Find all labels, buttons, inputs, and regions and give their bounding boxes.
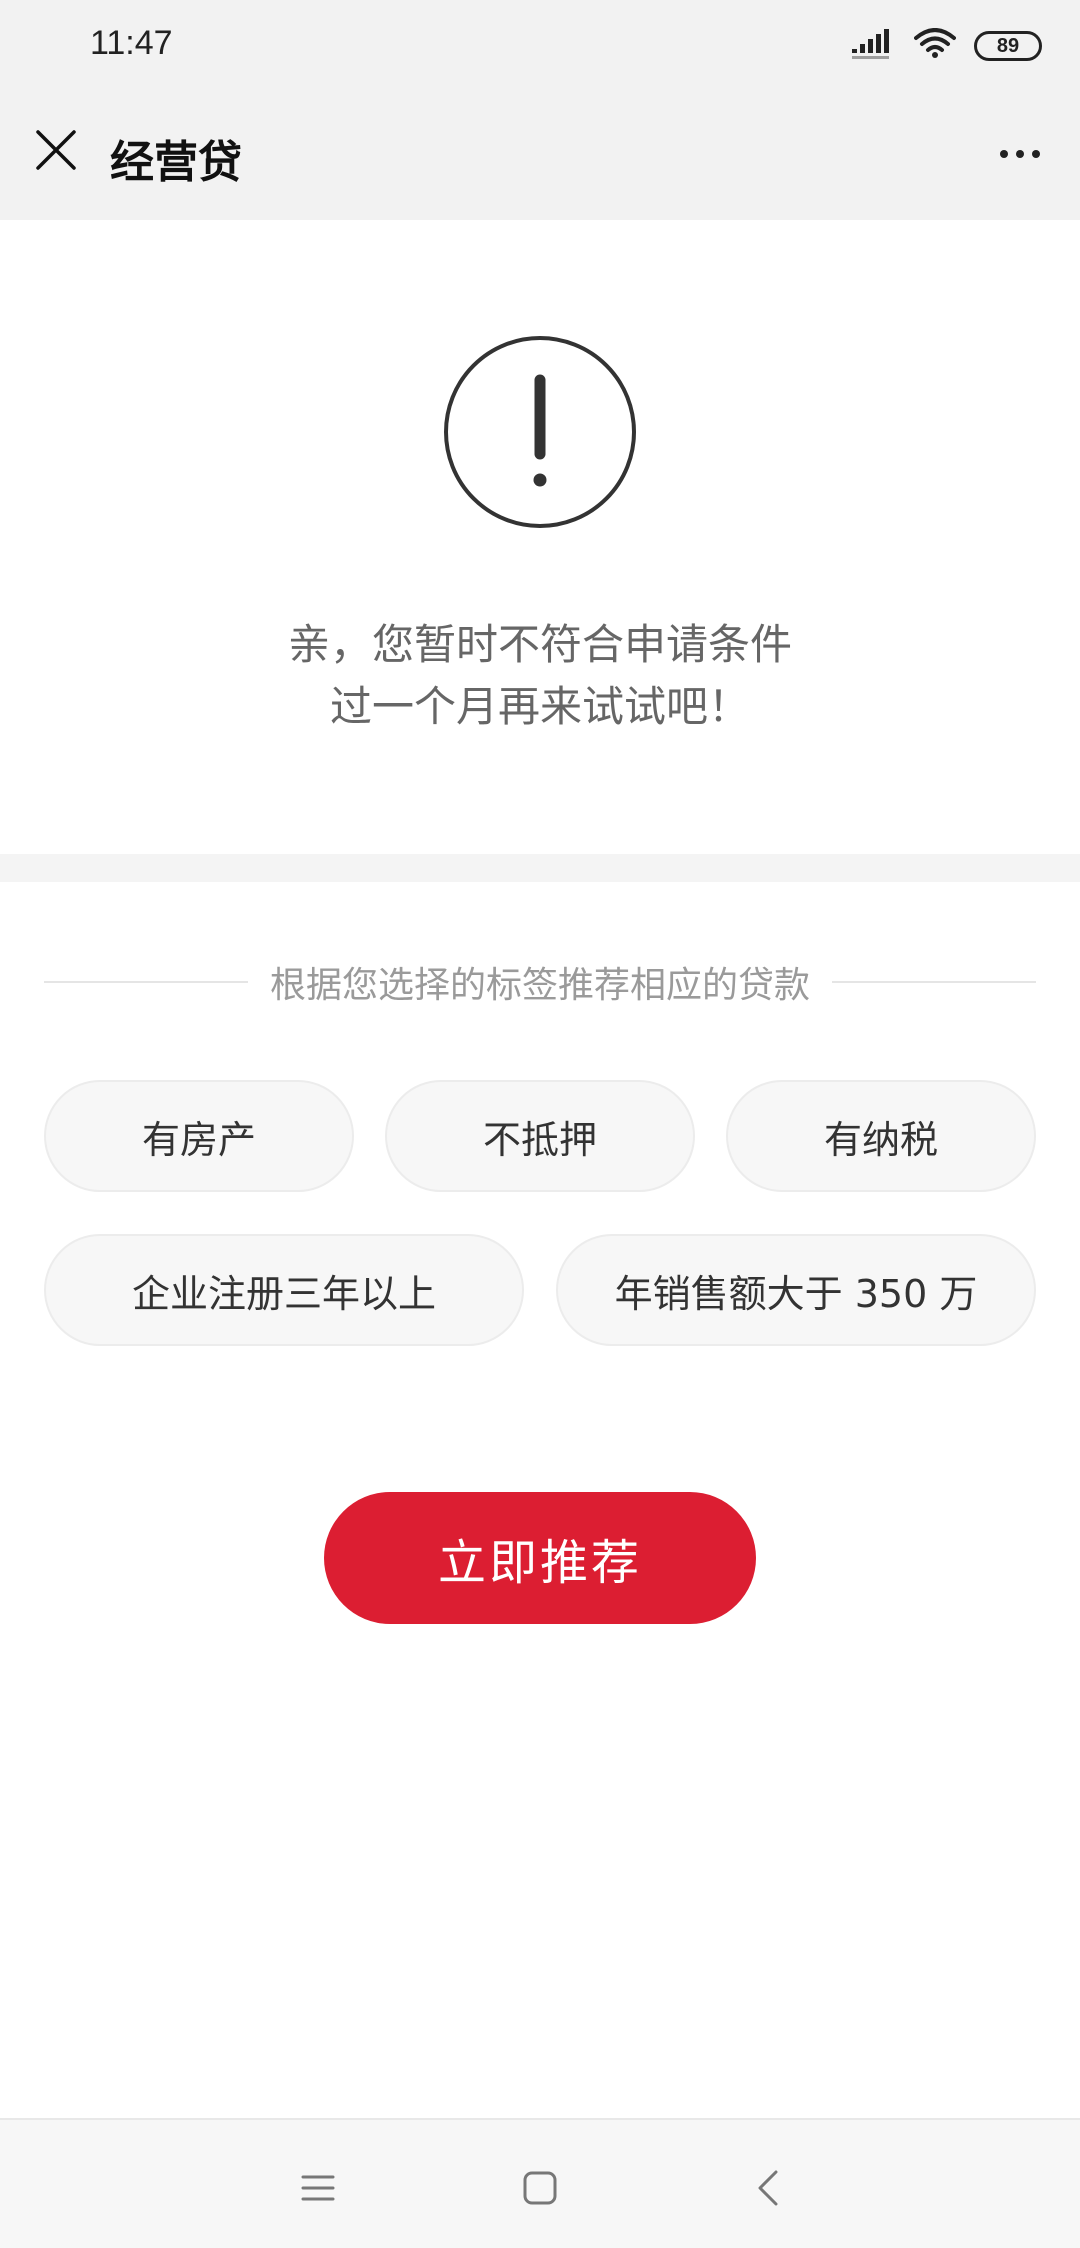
menu-icon	[301, 2175, 335, 2201]
signal-icon	[852, 29, 896, 63]
title-bar: 经营贷	[0, 96, 1080, 220]
battery-level: 89	[996, 34, 1020, 57]
tag-annual-sales[interactable]: 年销售额大于 350 万	[556, 1234, 1036, 1346]
tag-no-collateral[interactable]: 不抵押	[385, 1080, 695, 1192]
recommend-header: 根据您选择的标签推荐相应的贷款	[44, 952, 1037, 1012]
header-line-right	[832, 981, 1037, 983]
status-time: 11:47	[90, 24, 173, 62]
status-bar: 11:47 89	[0, 0, 1080, 96]
wifi-icon	[914, 28, 956, 64]
tag-registered-3-years[interactable]: 企业注册三年以上	[44, 1234, 524, 1346]
nav-back-button[interactable]	[740, 2160, 796, 2216]
result-message-line2: 过一个月再来试试吧！	[329, 682, 750, 731]
tag-tax-paying[interactable]: 有纳税	[726, 1080, 1036, 1192]
tag-has-property[interactable]: 有房产	[44, 1080, 354, 1192]
nav-home-button[interactable]	[512, 2160, 568, 2216]
recommend-header-text: 根据您选择的标签推荐相应的贷款	[270, 965, 811, 1006]
more-button[interactable]	[988, 126, 1052, 182]
header-line-left	[44, 981, 248, 983]
nav-menu-button[interactable]	[290, 2160, 346, 2216]
result-section: 亲，您暂时不符合申请条件 过一个月再来试试吧！	[0, 220, 1080, 854]
page-title: 经营贷	[110, 137, 242, 188]
battery-icon: 89	[974, 31, 1042, 61]
more-icon-dot	[1032, 150, 1040, 158]
home-icon	[523, 2171, 557, 2205]
close-icon	[36, 130, 76, 170]
back-icon	[758, 2170, 778, 2206]
section-divider	[0, 854, 1080, 882]
recommend-button[interactable]: 立即推荐	[324, 1492, 756, 1624]
more-icon-dot	[1000, 150, 1008, 158]
result-message-line1: 亲，您暂时不符合申请条件	[287, 620, 792, 669]
status-icons: 89	[852, 28, 1042, 64]
alert-icon	[444, 336, 636, 528]
close-button[interactable]	[28, 122, 84, 178]
system-nav-bar	[0, 2118, 1080, 2248]
result-message: 亲，您暂时不符合申请条件 过一个月再来试试吧！	[0, 614, 1080, 738]
more-icon-dot	[1016, 150, 1024, 158]
